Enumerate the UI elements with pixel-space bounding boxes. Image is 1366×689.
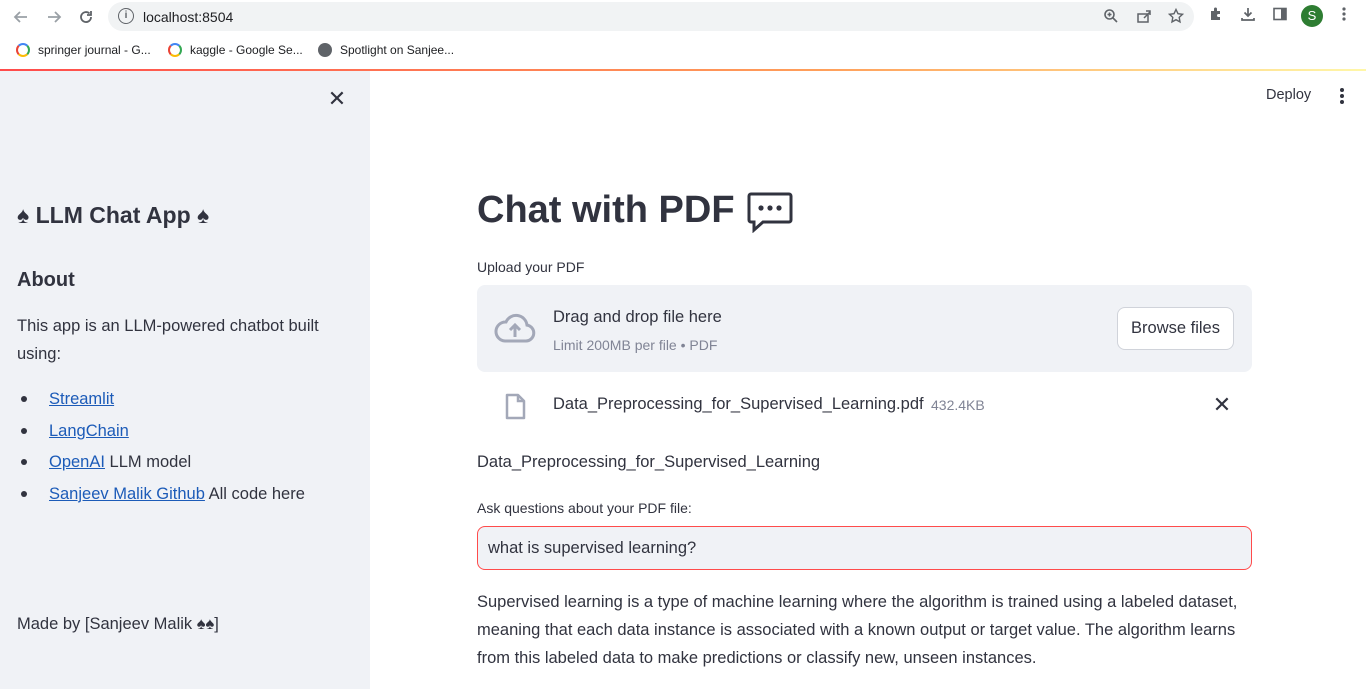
bookmark-item[interactable]: springer journal - G... xyxy=(16,43,151,57)
browse-files-button[interactable]: Browse files xyxy=(1117,307,1234,350)
back-icon[interactable] xyxy=(10,6,32,28)
cloud-upload-icon xyxy=(494,311,536,345)
list-item: OpenAI LLM model xyxy=(17,448,305,480)
file-icon xyxy=(505,393,526,420)
remove-file-icon[interactable]: ✕ xyxy=(1212,394,1232,416)
bookmarks-bar: springer journal - G... kaggle - Google … xyxy=(0,34,1366,68)
uploaded-file-size: 432.4KB xyxy=(931,397,985,413)
bookmark-label: Spotlight on Sanjee... xyxy=(340,43,455,57)
sidebar-footer: Made by [Sanjeev Malik ♠♠] xyxy=(17,615,219,633)
deploy-button[interactable]: Deploy xyxy=(1266,87,1311,103)
sidebar: ✕ ♠ LLM Chat App ♠ About This app is an … xyxy=(0,71,370,689)
list-item-suffix: LLM model xyxy=(104,453,192,471)
upload-label: Upload your PDF xyxy=(477,259,585,275)
site-info-icon[interactable]: i xyxy=(118,8,134,24)
side-panel-icon[interactable] xyxy=(1270,6,1290,26)
langchain-link[interactable]: LangChain xyxy=(49,422,129,440)
address-bar[interactable]: i localhost:8504 xyxy=(108,2,1194,31)
forward-icon[interactable] xyxy=(43,6,65,28)
question-input[interactable] xyxy=(477,526,1252,570)
page-title-text: Chat with PDF xyxy=(477,189,735,231)
about-description: This app is an LLM-powered chatbot built… xyxy=(17,317,319,363)
speech-bubble-icon xyxy=(747,191,793,233)
uploaded-file-row: Data_Preprocessing_for_Supervised_Learni… xyxy=(477,385,1252,425)
extensions-icon[interactable] xyxy=(1206,6,1226,26)
streamlit-link[interactable]: Streamlit xyxy=(49,390,114,408)
bookmark-star-icon[interactable] xyxy=(1167,7,1185,26)
sidebar-title: ♠ LLM Chat App ♠ xyxy=(17,202,210,228)
openai-link[interactable]: OpenAI xyxy=(49,453,105,471)
zoom-icon[interactable] xyxy=(1102,8,1120,26)
share-icon[interactable] xyxy=(1135,8,1153,26)
browser-menu-icon[interactable] xyxy=(1334,6,1354,26)
main-menu-icon[interactable] xyxy=(1333,86,1351,106)
bookmark-label: kaggle - Google Se... xyxy=(190,43,303,57)
dropzone-instruction: Drag and drop file here xyxy=(553,308,722,326)
file-dropzone[interactable]: Drag and drop file here Limit 200MB per … xyxy=(477,285,1252,372)
answer-text: Supervised learning is a type of machine… xyxy=(477,593,1238,667)
github-link[interactable]: Sanjeev Malik Github xyxy=(49,485,205,503)
dropzone-limit: Limit 200MB per file • PDF xyxy=(553,337,718,353)
list-item: Sanjeev Malik Github All code here xyxy=(17,480,305,512)
reload-icon[interactable] xyxy=(75,6,97,28)
browser-toolbar: i localhost:8504 S xyxy=(0,0,1366,33)
bookmark-item[interactable]: kaggle - Google Se... xyxy=(168,43,303,57)
close-sidebar-icon[interactable]: ✕ xyxy=(326,88,348,110)
about-heading: About xyxy=(17,269,75,291)
globe-icon xyxy=(318,43,332,57)
document-name: Data_Preprocessing_for_Supervised_Learni… xyxy=(477,453,821,471)
google-icon xyxy=(16,43,30,57)
question-label: Ask questions about your PDF file: xyxy=(477,500,692,516)
google-icon xyxy=(168,43,182,57)
url-text: localhost:8504 xyxy=(143,9,234,25)
bookmark-label: springer journal - G... xyxy=(38,43,151,57)
resource-list: Streamlit LangChain OpenAI LLM model San… xyxy=(17,385,305,511)
list-item: LangChain xyxy=(17,417,305,449)
list-item-suffix: All code here xyxy=(204,484,305,503)
download-icon[interactable] xyxy=(1238,6,1258,26)
list-item: Streamlit xyxy=(17,385,305,417)
uploaded-file-name: Data_Preprocessing_for_Supervised_Learni… xyxy=(553,395,924,413)
bookmark-item[interactable]: Spotlight on Sanjee... xyxy=(318,43,454,57)
page-title: Chat with PDF xyxy=(477,189,793,233)
profile-avatar[interactable]: S xyxy=(1301,5,1323,27)
